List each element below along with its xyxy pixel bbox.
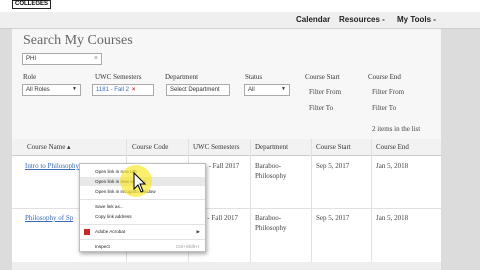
chevron-down-icon: ▼ (281, 86, 286, 92)
menu-separator (80, 199, 205, 200)
col-course-start[interactable]: Course Start (316, 143, 351, 151)
end-cell: Jan 5, 2018 (376, 162, 409, 170)
courses-table: Course Name ▴ Course Code UWC Semesters … (12, 139, 441, 270)
remove-tag-icon[interactable]: × (132, 87, 136, 93)
submenu-arrow-icon: ▶ (196, 229, 200, 234)
column-divider (250, 139, 251, 270)
nav-bar: Calendar Resources - My Tools - (0, 12, 480, 29)
department-label: Department (165, 73, 199, 81)
end-cell: Jan 5, 2018 (376, 214, 409, 222)
department-value: Select Department (170, 87, 220, 93)
inspect-label: Inspect (95, 244, 110, 249)
department-select[interactable]: Select Department (166, 84, 230, 96)
nav-resources[interactable]: Resources - (339, 15, 385, 24)
course-end-label: Course End (368, 73, 401, 81)
role-value: All Roles (26, 87, 50, 93)
department-cell: Baraboo-Philosophy (255, 162, 287, 180)
clear-search-icon[interactable]: × (94, 54, 98, 63)
course-end-from[interactable]: Filter From (372, 88, 404, 96)
mouse-pointer-icon (133, 171, 147, 193)
semester-tag: 1181 - Fall 2 (96, 87, 129, 93)
start-cell: Sep 5, 2017 (316, 162, 350, 170)
col-course-code[interactable]: Course Code (132, 143, 168, 151)
menu-separator (80, 224, 205, 225)
search-value: PHI (26, 56, 37, 62)
nav-calendar[interactable]: Calendar (296, 15, 330, 24)
semesters-label: UWC Semesters (95, 73, 142, 81)
search-input[interactable]: PHI × (22, 53, 102, 65)
top-strip (0, 0, 480, 12)
cursor-highlight (120, 165, 152, 197)
role-select[interactable]: All Roles ▼ (22, 84, 81, 96)
inspect-shortcut: Ctrl+Shift+I (176, 244, 199, 249)
college-logo[interactable]: COLLEGES (12, 0, 52, 9)
row-divider (12, 208, 441, 209)
semesters-multiselect[interactable]: 1181 - Fall 2 × (92, 84, 154, 96)
col-course-name[interactable]: Course Name ▴ (27, 143, 71, 151)
role-label: Role (23, 73, 37, 81)
nav-my-tools[interactable]: My Tools - (397, 15, 436, 24)
course-start-label: Course Start (305, 73, 340, 81)
course-start-to[interactable]: Filter To (309, 104, 333, 112)
start-cell: Sep 5, 2017 (316, 214, 350, 222)
semester-cell: 1 - Fall 2017 (202, 214, 238, 222)
col-department[interactable]: Department (255, 143, 288, 151)
department-cell: Baraboo-Philosophy (255, 214, 287, 232)
course-link-intro-philosophy[interactable]: Intro to Philosophy (25, 161, 79, 171)
course-end-to[interactable]: Filter To (372, 104, 396, 112)
adobe-pdf-icon (84, 229, 90, 235)
course-link-philosophy-sp[interactable]: Philosophy of Sp (25, 213, 73, 223)
course-start-from[interactable]: Filter From (309, 88, 341, 96)
pagination-strip (12, 262, 441, 270)
col-course-end[interactable]: Course End (376, 143, 409, 151)
status-value: All (248, 87, 255, 93)
menu-adobe-acrobat[interactable]: Adobe Acrobat ▶ (80, 227, 205, 236)
menu-separator (80, 239, 205, 240)
column-divider (311, 139, 312, 270)
results-count: 2 items in the list (372, 125, 421, 133)
adobe-acrobat-label: Adobe Acrobat (95, 229, 126, 234)
menu-save-link[interactable]: Save link as... (80, 202, 205, 211)
chevron-down-icon: ▼ (72, 86, 77, 92)
menu-copy-link[interactable]: Copy link address (80, 212, 205, 221)
col-semesters[interactable]: UWC Semesters (193, 143, 239, 151)
column-divider (371, 139, 372, 270)
status-label: Status (245, 73, 263, 81)
table-header: Course Name ▴ Course Code UWC Semesters … (12, 139, 441, 156)
status-select[interactable]: All ▼ (244, 84, 290, 96)
page-title: Search My Courses (23, 33, 133, 48)
course-search-panel: Search My Courses PHI × Role UWC Semeste… (12, 29, 441, 270)
menu-inspect[interactable]: Inspect Ctrl+Shift+I (80, 242, 205, 251)
